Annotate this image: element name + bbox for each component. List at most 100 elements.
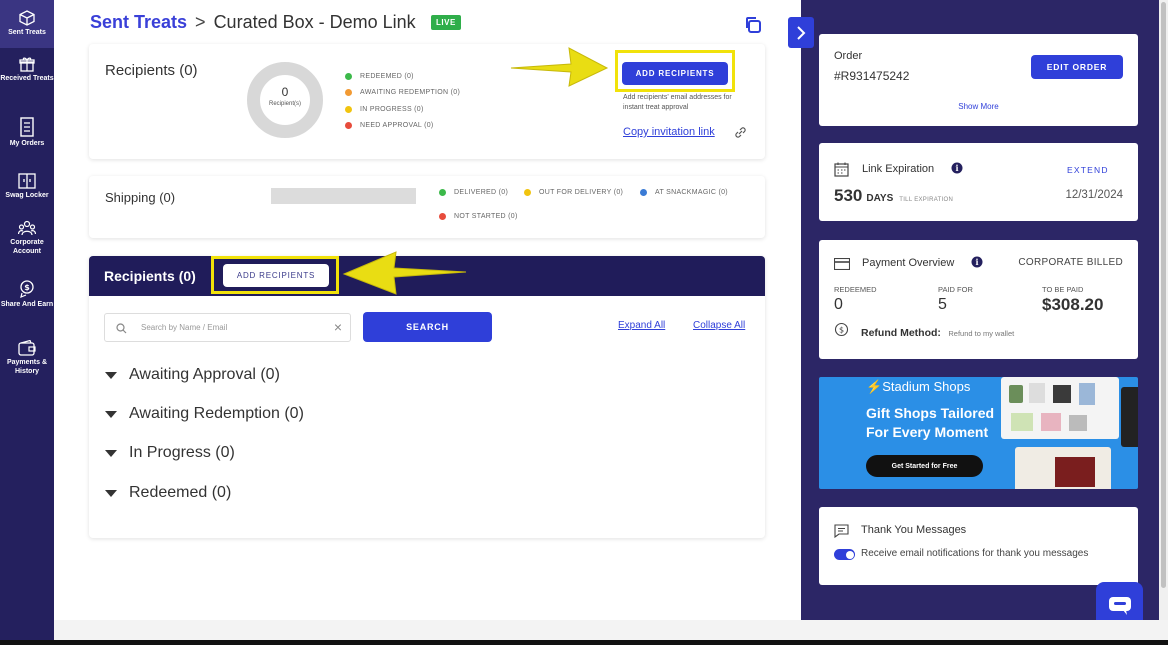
- copy-invitation-link[interactable]: Copy invitation link: [623, 126, 715, 138]
- duplicate-icon[interactable]: [743, 15, 763, 35]
- left-nav: Sent Treats Received Treats My Orders Sw…: [0, 0, 54, 640]
- wallet-icon: [18, 340, 36, 356]
- scrollbar-thumb[interactable]: [1161, 2, 1166, 588]
- shipping-progress-bar: [271, 188, 416, 204]
- accordion-awaiting-approval[interactable]: Awaiting Approval (0): [105, 366, 280, 384]
- page-title: Curated Box - Demo Link: [213, 12, 416, 32]
- status-dot: [345, 105, 352, 113]
- donut-label: Recipient(s): [268, 101, 301, 107]
- recipients-donut: 0 Recipient(s): [247, 62, 323, 138]
- status-dot: [345, 72, 352, 80]
- info-icon[interactable]: i: [951, 162, 963, 174]
- banner-brand: ⚡Stadium Shops: [866, 379, 971, 394]
- recipients-summary-title: Recipients (0): [105, 62, 198, 79]
- legend-item: OUT FOR DELIVERY (0): [524, 189, 623, 196]
- refund-icon: $: [834, 322, 849, 337]
- credit-card-icon: [834, 258, 850, 270]
- accordion-in-progress[interactable]: In Progress (0): [105, 444, 235, 462]
- status-dot: [524, 189, 531, 196]
- info-icon[interactable]: i: [971, 256, 983, 268]
- svg-text:$: $: [839, 326, 844, 335]
- shipping-card: Shipping (0) DELIVERED (0) OUT FOR DELIV…: [89, 176, 765, 238]
- message-icon: [834, 524, 849, 538]
- nav-item-sent-treats[interactable]: Sent Treats: [0, 0, 54, 48]
- to-be-paid-label: TO BE PAID: [1042, 285, 1084, 294]
- add-recipients-button[interactable]: ADD RECIPIENTS: [622, 62, 728, 85]
- product-image: [1121, 387, 1138, 447]
- legend-item: NOT STARTED (0): [439, 213, 518, 220]
- box-icon: [19, 10, 35, 26]
- chat-bubble-icon: [1108, 596, 1131, 615]
- nav-label-share: Share And Earn: [0, 301, 54, 308]
- product-image: [1015, 447, 1111, 489]
- locker-icon: [18, 173, 36, 189]
- taskbar-edge: [0, 640, 1168, 645]
- add-recipients-button-secondary[interactable]: ADD RECIPIENTS: [223, 264, 329, 287]
- status-dot: [640, 189, 647, 196]
- nav-item-received-treats[interactable]: Received Treats: [0, 56, 54, 83]
- search-button[interactable]: SEARCH: [363, 312, 492, 342]
- status-dot: [345, 122, 352, 130]
- chevron-right-icon: [797, 25, 806, 40]
- nav-item-share-and-earn[interactable]: $ Share And Earn: [0, 280, 54, 309]
- legend-item: REDEEMED (0): [345, 68, 460, 85]
- collapse-all-link[interactable]: Collapse All: [693, 320, 745, 331]
- product-image: [1001, 377, 1119, 439]
- breadcrumb-root-link[interactable]: Sent Treats: [90, 12, 187, 32]
- nav-label-payments: Payments & History: [6, 359, 48, 375]
- nav-label-received: Received Treats: [0, 75, 54, 82]
- pointer-arrow-icon: [510, 47, 609, 87]
- redeemed-label: REDEEMED: [834, 285, 877, 294]
- show-more-link[interactable]: Show More: [819, 102, 1138, 111]
- legend-item: NEED APPROVAL (0): [345, 118, 460, 135]
- to-be-paid-value: $308.20: [1042, 295, 1104, 314]
- caret-down-icon: [105, 489, 117, 497]
- helper-text: Add recipients' email addresses for inst…: [623, 94, 732, 111]
- expand-all-link[interactable]: Expand All: [618, 320, 665, 331]
- breadcrumb: Sent Treats > Curated Box - Demo Link: [90, 12, 416, 33]
- order-card: Order #R931475242 EDIT ORDER Show More: [819, 34, 1138, 126]
- notification-toggle[interactable]: [834, 549, 855, 560]
- link-expiration-card: Link Expiration i EXTEND 530 DAYS TILL E…: [819, 143, 1138, 221]
- days-unit: DAYS: [866, 193, 894, 204]
- share-icon: $: [20, 280, 34, 298]
- nav-item-payments-history[interactable]: Payments & History: [0, 340, 54, 376]
- status-dot: [439, 189, 446, 196]
- caret-down-icon: [105, 371, 117, 379]
- recipients-list-title: Recipients (0): [104, 268, 196, 284]
- legend-item: IN PROGRESS (0): [345, 101, 460, 118]
- toggle-label: Receive email notifications for thank yo…: [861, 548, 1089, 559]
- paid-for-label: PAID FOR: [938, 285, 973, 294]
- accordion-awaiting-redemption[interactable]: Awaiting Redemption (0): [105, 405, 304, 423]
- caret-down-icon: [105, 449, 117, 457]
- legend-item: AT SNACKMAGIC (0): [640, 189, 728, 196]
- collapse-panel-button[interactable]: [788, 17, 814, 48]
- promo-banner[interactable]: ⚡Stadium Shops Gift Shops Tailored For E…: [819, 377, 1138, 489]
- nav-item-corporate-account[interactable]: Corporate Account: [0, 220, 54, 256]
- search-placeholder: Search by Name / Email: [141, 323, 228, 332]
- edit-order-button[interactable]: EDIT ORDER: [1031, 55, 1123, 79]
- recipients-list-card: Recipients (0) ADD RECIPIENTS Search by …: [89, 256, 765, 538]
- payment-title: Payment Overview: [862, 257, 955, 269]
- order-number: #R931475242: [834, 69, 910, 83]
- paid-for-value: 5: [938, 296, 947, 313]
- recipients-legend: REDEEMED (0) AWAITING REDEMPTION (0) IN …: [345, 68, 460, 134]
- bolt-icon: ⚡: [866, 379, 883, 394]
- pointer-arrow-icon: [342, 251, 467, 295]
- get-started-button[interactable]: Get Started for Free: [866, 455, 983, 477]
- toggle-knob: [845, 550, 854, 559]
- shipping-title: Shipping (0): [105, 190, 176, 205]
- accordion-redeemed[interactable]: Redeemed (0): [105, 484, 231, 502]
- nav-item-swag-locker[interactable]: Swag Locker: [0, 173, 54, 200]
- svg-text:i: i: [955, 163, 958, 173]
- search-input[interactable]: Search by Name / Email ×: [104, 313, 351, 342]
- banner-headline: Gift Shops Tailored For Every Moment: [866, 405, 995, 440]
- days-value: 530: [834, 186, 863, 205]
- orders-icon: [20, 117, 34, 137]
- extend-link[interactable]: EXTEND: [1067, 165, 1109, 175]
- breadcrumb-separator: >: [195, 12, 206, 32]
- link-icon[interactable]: [734, 126, 747, 139]
- donut-count: 0: [281, 85, 289, 99]
- clear-icon[interactable]: ×: [334, 319, 342, 335]
- nav-item-my-orders[interactable]: My Orders: [0, 117, 54, 148]
